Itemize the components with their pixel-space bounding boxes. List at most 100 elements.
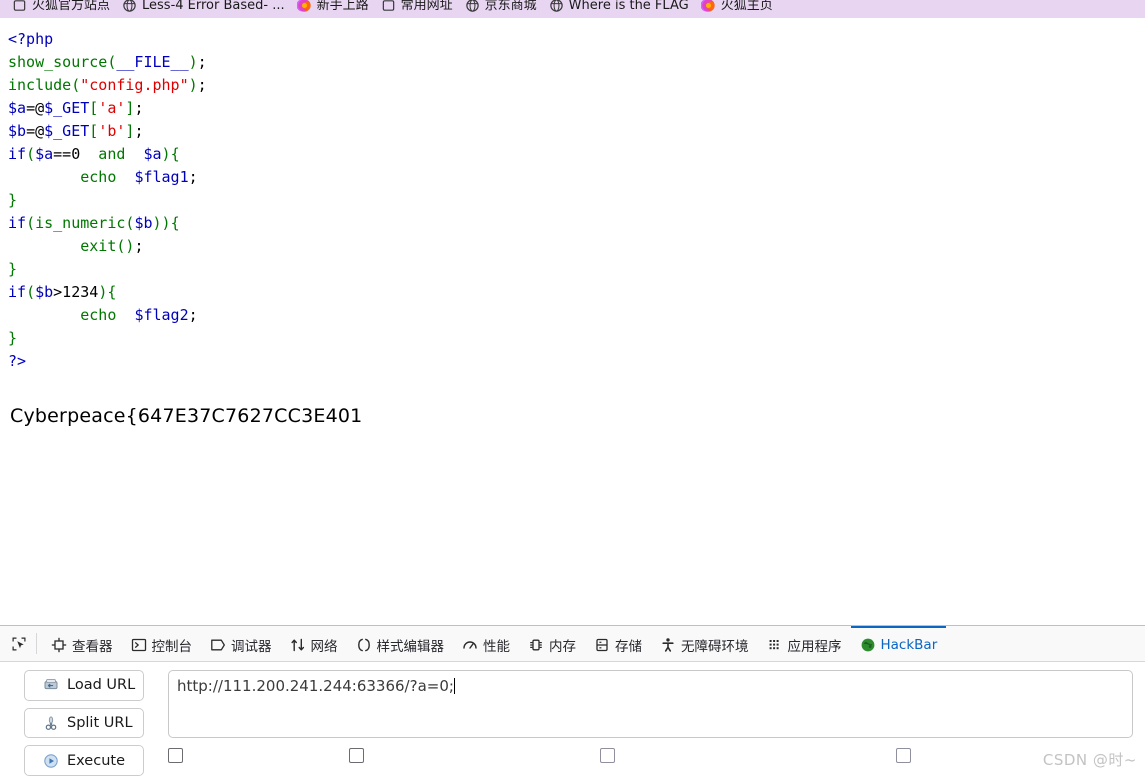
php-source-code: <?php show_source(__FILE__); include("co… [0,18,1145,373]
devtools-tab-application[interactable]: 应用程序 [758,626,851,661]
bookmark-item[interactable]: 火狐主页 [695,0,779,16]
code-token: ; [188,306,198,324]
bookmarks-bar: 火狐官方站点 Less-4 Error Based- ... 新手上路 常用网址 京东商… [0,0,1145,18]
devtools-tab-label: 应用程序 [787,638,842,655]
devtools-tab-label: 调试器 [231,638,272,655]
devtools-tab-label: 无障碍环境 [681,638,749,655]
bookmark-label: 新手上路 [316,0,369,13]
code-token: ( [26,145,36,163]
devtools-tab-label: 样式编辑器 [376,638,445,655]
devtools-tab-memory[interactable]: 内存 [519,626,585,661]
code-token: } [8,260,18,278]
code-token: ( [71,76,81,94]
code-token: if [8,214,27,232]
code-token: ) [161,145,171,163]
devtools-tab-label: 网络 [310,638,338,655]
code-token: } [8,191,18,209]
checkbox-box[interactable] [349,748,364,763]
bookmark-item[interactable]: 火狐官方站点 [6,0,116,16]
code-token: [ [89,99,99,117]
split-url-icon [45,716,57,730]
devtools-tab-label: 存储 [615,638,642,655]
firefox-icon [700,0,715,12]
inspector-icon [51,637,67,652]
text-cursor [453,678,455,694]
devtools-tab-label: 内存 [549,638,576,655]
devtools-tab-console[interactable]: 控制台 [122,626,202,661]
bookmark-outline-icon [13,0,26,11]
code-token: ) [98,283,108,301]
bookmark-label: Where is the FLAG [568,0,689,13]
url-input-value: http://111.200.241.244:63366/?a=0; [177,677,454,695]
code-token: $flag2 [134,306,189,324]
hackbar-checkbox[interactable] [896,748,917,763]
code-token: show_source [8,53,108,71]
load-url-button[interactable]: Load URL [24,670,144,701]
devtools-tab-performance[interactable]: 性能 [453,626,519,661]
style-editor-icon [357,638,370,651]
bookmark-item[interactable]: 常用网址 [375,0,459,16]
firefox-icon [296,0,311,12]
code-token: =@ [26,122,45,140]
devtools-tab-bar: 查看器 控制台 调试器 网络 样式编辑器 性能 内存 存储 无障碍环境 应用程序 HackBar [0,626,1145,662]
devtools-tab-hackbar[interactable]: HackBar [850,626,947,661]
toolbar-divider [36,633,37,654]
code-token: ; [197,53,207,71]
element-picker-button[interactable] [4,626,34,661]
hackbar-checkbox[interactable] [600,748,621,763]
hackbar-button-label: Split URL [67,715,133,731]
code-token: echo [80,168,117,186]
bookmark-item[interactable]: Where is the FLAG [543,0,695,16]
checkbox-box[interactable] [168,748,183,763]
code-token: $a [35,145,54,163]
code-token: $a [143,145,162,163]
debugger-icon [211,639,225,650]
checkbox-box[interactable] [600,748,615,763]
page-content: <?php show_source(__FILE__); include("co… [0,18,1145,625]
bookmark-item[interactable]: Less-4 Error Based- ... [116,0,291,16]
code-token: ) [161,214,171,232]
hackbar-checkbox[interactable] [349,748,370,763]
devtools-tab-label: 查看器 [72,638,113,655]
code-token: $b [35,283,54,301]
code-token: ; [134,237,144,255]
devtools-tab-debugger[interactable]: 调试器 [201,626,281,661]
devtools-tab-storage[interactable]: 存储 [585,626,651,661]
code-token: is_numeric [35,214,126,232]
console-icon [131,638,146,651]
network-icon [290,638,304,651]
memory-icon [530,639,542,650]
bookmark-item[interactable]: 新手上路 [291,0,375,16]
code-token: () [116,237,135,255]
devtools-tab-accessibility[interactable]: 无障碍环境 [651,626,758,661]
execute-icon [44,753,58,768]
code-token: [ [89,122,99,140]
code-token: ) [152,214,162,232]
devtools-tab-label: 性能 [483,638,510,655]
code-token: ==0 [53,145,81,163]
bookmark-label: 火狐主页 [720,0,773,13]
hackbar-checkbox[interactable] [168,748,189,763]
code-token: $flag1 [134,168,189,186]
code-token: ( [26,214,36,232]
devtools-tab-network[interactable]: 网络 [281,626,347,661]
code-token: "config.php" [80,76,189,94]
code-token: { [170,145,180,163]
devtools-tab-style-editor[interactable]: 样式编辑器 [347,626,454,661]
code-token: { [107,283,117,301]
code-token: ?> [8,352,27,370]
devtools-tab-inspector[interactable]: 查看器 [42,626,122,661]
split-url-button[interactable]: Split URL [24,707,144,739]
hackbar-button-label: Load URL [67,677,136,694]
code-token: 'a' [98,99,126,117]
code-token: 'b' [98,122,126,140]
checkbox-box[interactable] [896,748,911,763]
bookmark-item[interactable]: 京东商城 [459,0,543,16]
hackbar-panel: Load URL Split URL Execute http://111.200.… [0,662,1145,776]
globe-icon [465,0,479,12]
execute-button[interactable]: Execute [24,745,144,776]
code-token: if [8,283,27,301]
url-input-field[interactable]: http://111.200.241.244:63366/?a=0; [168,670,1133,738]
